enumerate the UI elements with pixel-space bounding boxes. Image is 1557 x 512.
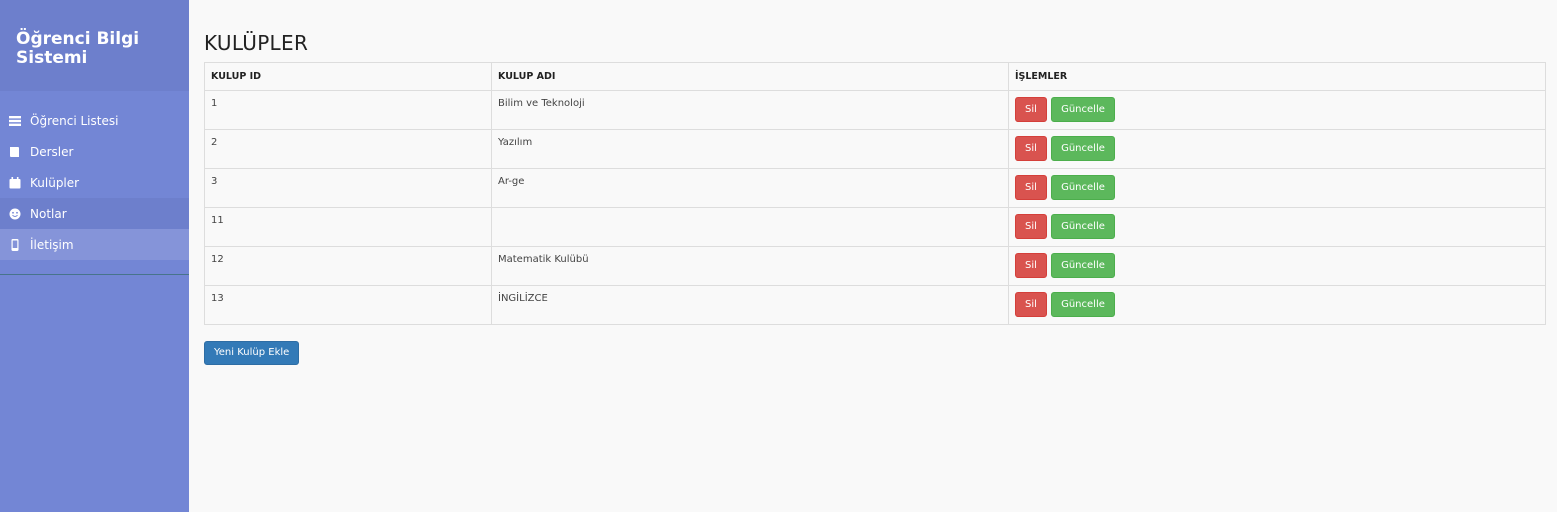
club-id-cell: 13 <box>204 285 492 325</box>
smile-icon <box>8 207 21 220</box>
main-content: KULÜPLER KULUP ID KULUP ADI İŞLEMLER 1 B… <box>189 0 1557 512</box>
sidebar-item-iletisim[interactable]: İletişim <box>0 229 189 260</box>
delete-button[interactable]: Sil <box>1015 175 1047 200</box>
sidebar-item-label: İletişim <box>30 237 74 252</box>
table-row: 12 Matematik Kulübü Sil Güncelle <box>204 246 1546 286</box>
update-button[interactable]: Güncelle <box>1051 136 1115 161</box>
delete-button[interactable]: Sil <box>1015 253 1047 278</box>
sidebar-item-label: Öğrenci Listesi <box>30 113 119 128</box>
clubs-table: KULUP ID KULUP ADI İŞLEMLER 1 Bilim ve T… <box>204 62 1546 325</box>
club-name-cell: Ar-ge <box>491 168 1009 208</box>
sidebar-header: Öğrenci Bilgi Sistemi <box>0 0 189 91</box>
book-icon <box>8 145 21 158</box>
club-id-cell: 11 <box>204 207 492 247</box>
sidebar-item-label: Kulüpler <box>30 175 80 190</box>
club-name-cell: Yazılım <box>491 129 1009 169</box>
sidebar-item-ogrenci-listesi[interactable]: Öğrenci Listesi <box>0 105 189 136</box>
update-button[interactable]: Güncelle <box>1051 214 1115 239</box>
sidebar-nav: Öğrenci Listesi Dersler Kulüpler Notlar … <box>0 91 189 275</box>
actions-cell: Sil Güncelle <box>1008 207 1546 247</box>
update-button[interactable]: Güncelle <box>1051 253 1115 278</box>
delete-button[interactable]: Sil <box>1015 214 1047 239</box>
actions-cell: Sil Güncelle <box>1008 129 1546 169</box>
actions-cell: Sil Güncelle <box>1008 246 1546 286</box>
update-button[interactable]: Güncelle <box>1051 292 1115 317</box>
list-icon <box>8 114 21 127</box>
delete-button[interactable]: Sil <box>1015 97 1047 122</box>
club-id-cell: 1 <box>204 90 492 130</box>
sidebar-item-dersler[interactable]: Dersler <box>0 136 189 167</box>
table-header-row: KULUP ID KULUP ADI İŞLEMLER <box>204 62 1546 91</box>
table-row: 1 Bilim ve Teknoloji Sil Güncelle <box>204 90 1546 130</box>
sidebar-item-notlar[interactable]: Notlar <box>0 198 189 229</box>
column-header-actions: İŞLEMLER <box>1008 62 1546 91</box>
table-row: 11 Sil Güncelle <box>204 207 1546 247</box>
actions-cell: Sil Güncelle <box>1008 168 1546 208</box>
club-id-cell: 3 <box>204 168 492 208</box>
club-name-cell <box>491 207 1009 247</box>
sidebar: Öğrenci Bilgi Sistemi Öğrenci Listesi De… <box>0 0 189 512</box>
delete-button[interactable]: Sil <box>1015 136 1047 161</box>
club-name-cell: İNGİLİZCE <box>491 285 1009 325</box>
actions-cell: Sil Güncelle <box>1008 90 1546 130</box>
club-id-cell: 2 <box>204 129 492 169</box>
mobile-icon <box>8 238 21 251</box>
app-title: Öğrenci Bilgi Sistemi <box>16 29 140 68</box>
club-name-cell: Matematik Kulübü <box>491 246 1009 286</box>
sidebar-item-kulupler[interactable]: Kulüpler <box>0 167 189 198</box>
actions-cell: Sil Güncelle <box>1008 285 1546 325</box>
calendar-icon <box>8 176 21 189</box>
sidebar-item-label: Notlar <box>30 206 67 221</box>
update-button[interactable]: Güncelle <box>1051 175 1115 200</box>
table-row: 13 İNGİLİZCE Sil Güncelle <box>204 285 1546 325</box>
club-id-cell: 12 <box>204 246 492 286</box>
club-name-cell: Bilim ve Teknoloji <box>491 90 1009 130</box>
delete-button[interactable]: Sil <box>1015 292 1047 317</box>
table-row: 3 Ar-ge Sil Güncelle <box>204 168 1546 208</box>
page-title: KULÜPLER <box>204 31 309 55</box>
table-row: 2 Yazılım Sil Güncelle <box>204 129 1546 169</box>
column-header-id: KULUP ID <box>204 62 492 91</box>
column-header-name: KULUP ADI <box>491 62 1009 91</box>
sidebar-item-label: Dersler <box>30 144 74 159</box>
update-button[interactable]: Güncelle <box>1051 97 1115 122</box>
add-club-button[interactable]: Yeni Kulüp Ekle <box>204 341 300 365</box>
